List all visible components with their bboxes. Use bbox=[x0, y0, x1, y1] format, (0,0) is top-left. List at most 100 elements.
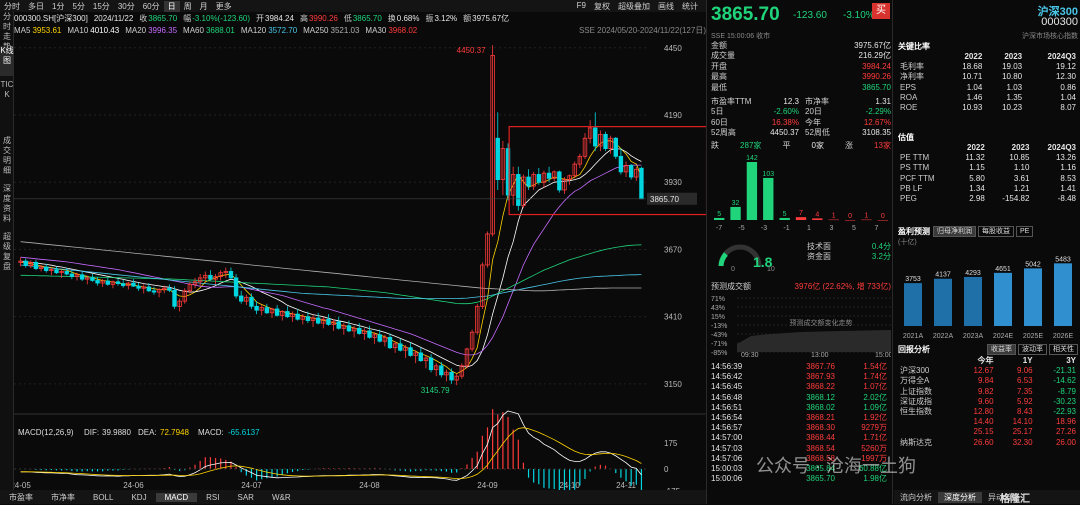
tick-amount: 2.02亿 bbox=[863, 392, 887, 402]
table-cell bbox=[898, 427, 957, 437]
indicator-tabs: 市盈率 市净率 BOLL KDJ MACD RSI SAR W&R bbox=[0, 490, 706, 504]
tick-row: 14:56:39 3867.76 1.54亿 bbox=[711, 362, 891, 372]
y-tick-label: 3670 bbox=[664, 245, 682, 254]
header-cell: 2024Q3 bbox=[1047, 52, 1076, 61]
breadth-bar-label: 5 bbox=[783, 211, 787, 218]
table-cell: 沪深300 bbox=[900, 366, 930, 376]
table-cell: 2.98 bbox=[969, 194, 985, 204]
period-tab-3[interactable]: 5分 bbox=[68, 1, 88, 12]
logo: 格隆汇 bbox=[1000, 494, 1030, 505]
analysis-tab-1[interactable]: 深度分析 bbox=[938, 491, 982, 503]
toolbar-item-3[interactable]: 画线 bbox=[654, 1, 678, 12]
indicator-tab-0[interactable]: 市盈率 bbox=[0, 492, 42, 503]
ma-line-MA20 bbox=[20, 164, 642, 356]
toolbar-item-2[interactable]: 超级叠加 bbox=[614, 1, 654, 12]
table-cell: PCF TTM bbox=[900, 173, 935, 183]
forecast-bar bbox=[904, 283, 922, 326]
table-cell: 5.92 bbox=[1017, 396, 1033, 406]
analysis-tab-0[interactable]: 流向分析 bbox=[894, 492, 938, 503]
period-tab-1[interactable]: 多日 bbox=[24, 1, 48, 12]
indicator-tab-1[interactable]: 市净率 bbox=[42, 492, 84, 503]
tick-price: 3868.12 bbox=[806, 392, 835, 402]
table-cell: 9.06 bbox=[1017, 366, 1033, 376]
sidebar-item-4[interactable]: 深度资料 bbox=[0, 184, 14, 228]
pair-val-a: -2.60% bbox=[773, 107, 799, 117]
breadth-bar-label: 142 bbox=[746, 155, 758, 162]
return-tab-0[interactable]: 收益率 bbox=[987, 344, 1016, 355]
period-tab-8[interactable]: 周 bbox=[180, 1, 196, 12]
table-cell: 12.67 bbox=[973, 366, 994, 376]
toolbar-item-4[interactable]: 统计 bbox=[678, 1, 702, 12]
table-cell: 1.04 bbox=[1060, 92, 1076, 102]
table-cell: 19.03 bbox=[1002, 62, 1023, 72]
quote-row-value: 216.29亿 bbox=[858, 51, 891, 61]
price-pct: -3.10% bbox=[843, 10, 875, 21]
period-tab-4[interactable]: 15分 bbox=[89, 1, 114, 12]
indicator-tab-6[interactable]: SAR bbox=[229, 493, 263, 502]
forecast-axis-label: 43% bbox=[711, 305, 725, 312]
indicator-tab-3[interactable]: KDJ bbox=[122, 493, 155, 502]
table-header: 2022 2023 2024Q3 bbox=[898, 143, 1078, 153]
candle-body bbox=[90, 277, 95, 281]
candle-body bbox=[23, 260, 28, 266]
indicator-tab-4[interactable]: MACD bbox=[155, 492, 198, 502]
table-cell: -30.23 bbox=[1053, 396, 1076, 406]
quote-row-3: 最高 3990.26 bbox=[711, 72, 891, 82]
return-title: 回报分析 bbox=[898, 345, 930, 354]
table-cell: 8.43 bbox=[1017, 407, 1033, 417]
period-tab-0[interactable]: 分时 bbox=[0, 1, 24, 12]
key-ratios: 关键比率 2022 2023 2024Q3 毛利率 18.68 19.03 19.12 净利率… bbox=[898, 41, 1078, 113]
breadth-bar-label: 1 bbox=[832, 213, 836, 220]
forecast-axis-label: -71% bbox=[711, 341, 727, 348]
candle-body bbox=[172, 289, 177, 307]
return-tab-2[interactable]: 相关性 bbox=[1049, 344, 1078, 355]
period-tab-7[interactable]: 日 bbox=[163, 0, 180, 12]
sidebar-item-3[interactable]: 成交明细 bbox=[0, 136, 14, 180]
kline-chart[interactable]: 4450 4190 3930 3670 3410 3150 4450.37 3145.79 38… bbox=[14, 36, 706, 490]
ma-legend-bar: MA5 3953.61 MA10 4010.43 MA20 3996.35 MA60 3688… bbox=[14, 24, 706, 36]
key-ratios-title: 关键比率 bbox=[898, 42, 930, 51]
table-cell: 26.00 bbox=[1055, 437, 1076, 447]
table-row: PE TTM 11.32 10.85 13.26 bbox=[898, 153, 1078, 163]
tick-time: 14:56:45 bbox=[711, 382, 743, 392]
candle-body bbox=[377, 334, 382, 342]
table-row: PCF TTM 5.80 3.61 8.53 bbox=[898, 174, 1078, 184]
sidebar-item-0[interactable]: 分时走势 bbox=[0, 12, 14, 51]
indicator-tab-7[interactable]: W&R bbox=[263, 493, 300, 502]
table-cell: 9.84 bbox=[977, 376, 994, 386]
buy-button[interactable]: 买 bbox=[872, 3, 890, 19]
ma-legend-5: MA250 3521.03 bbox=[303, 26, 359, 35]
period-tab-5[interactable]: 30分 bbox=[114, 1, 139, 12]
dif-value: 39.9880 bbox=[102, 428, 131, 437]
open-value: 3984.24 bbox=[265, 13, 294, 23]
period-tab-6[interactable]: 60分 bbox=[139, 1, 164, 12]
forecast-bar-value: 4137 bbox=[935, 272, 951, 279]
forecast-tab-0[interactable]: 归母净利润 bbox=[933, 226, 976, 237]
return-tab-1[interactable]: 波动率 bbox=[1018, 344, 1047, 355]
watermark: 公众号 · 沧海一土狗 bbox=[756, 456, 916, 476]
sidebar-item-2[interactable]: TICK bbox=[0, 80, 14, 132]
toolbar-item-1[interactable]: 复权 bbox=[590, 1, 614, 12]
close-value: 3865.70 bbox=[148, 13, 178, 23]
table-cell: 10.80 bbox=[1002, 72, 1023, 82]
forecast-tab-2[interactable]: PE bbox=[1016, 226, 1034, 237]
candle-body bbox=[418, 352, 423, 362]
sidebar-item-1[interactable]: K线图 bbox=[0, 46, 14, 76]
forecast-title: 盈利预测 bbox=[898, 227, 930, 236]
indicator-tab-2[interactable]: BOLL bbox=[84, 493, 122, 502]
breadth-bar bbox=[795, 217, 807, 220]
quote-info-bar: 000300.SH[沪深300] 2024/11/22 收 3865.70 幅 … bbox=[14, 12, 706, 24]
forecast-tab-1[interactable]: 每股收益 bbox=[978, 226, 1014, 237]
toolbar-item-0[interactable]: F9 bbox=[573, 1, 590, 12]
indicator-tab-5[interactable]: RSI bbox=[197, 493, 228, 502]
forecast-area bbox=[737, 330, 891, 352]
breadth-bar bbox=[877, 220, 888, 221]
period-tab-9[interactable]: 月 bbox=[196, 1, 212, 12]
table-row: 恒生指数 12.80 8.43 -22.93 bbox=[898, 407, 1078, 417]
candle-body bbox=[526, 176, 531, 187]
quote-row-key: 成交量 bbox=[711, 51, 735, 61]
period-tab-10[interactable]: 更多 bbox=[212, 1, 236, 12]
candle-body bbox=[398, 343, 403, 351]
period-tab-2[interactable]: 1分 bbox=[48, 1, 68, 12]
sidebar-item-5[interactable]: 超级复盘 bbox=[0, 232, 14, 282]
